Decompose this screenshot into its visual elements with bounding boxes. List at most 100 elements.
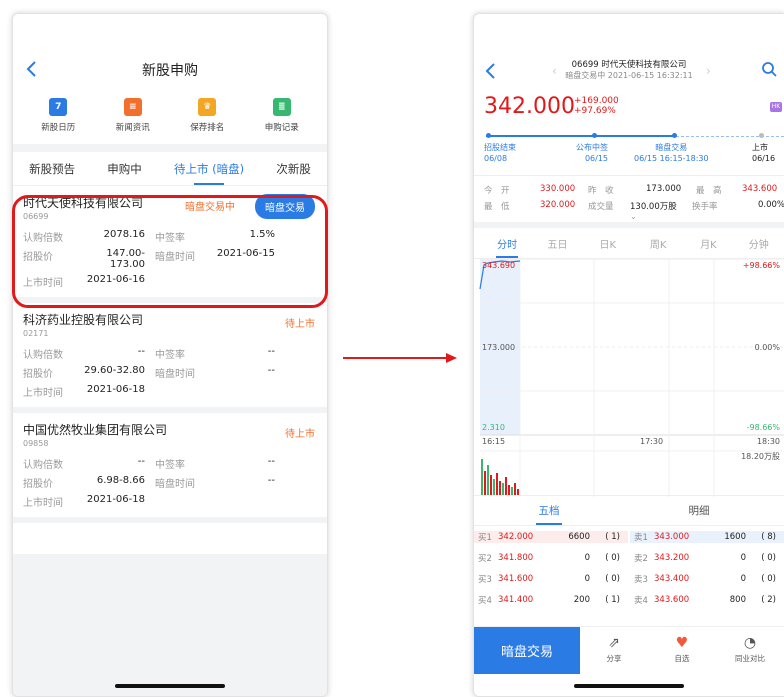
field-value: -- [267, 475, 275, 486]
status-badge: 待上市 [285, 319, 315, 330]
field-value: 2021-06-16 [86, 274, 145, 285]
next-stock-icon[interactable]: › [706, 64, 711, 78]
bid-count: ( 0) [605, 573, 620, 584]
stat-label: 最 低 [484, 202, 510, 212]
tab-trade-detail[interactable]: 明细 [624, 503, 774, 518]
shortcut-ipo-calendar[interactable]: 7 新股日历 [28, 98, 88, 136]
shortcut-subscription-record[interactable]: ≣ 申购记录 [252, 98, 312, 136]
step-label: 公布中签 [576, 143, 608, 152]
field-label: 中签率 [155, 460, 185, 471]
shortcut-news[interactable]: ≡ 新闻资讯 [103, 98, 163, 136]
bid-level: 买1 [478, 532, 492, 543]
step-date: 06/08 [484, 154, 508, 163]
stock-title: 06699 时代天使科技有限公司 [571, 60, 687, 70]
ask-count: ( 0) [761, 573, 776, 584]
grey-market-trade-button[interactable]: 暗盘交易 [255, 194, 315, 219]
stat-value: 330.000 [540, 184, 576, 194]
field-value: -- [137, 456, 145, 467]
field-label: 中签率 [155, 350, 185, 361]
y-axis-top: 343.690 [482, 261, 516, 270]
field-label: 上市时间 [23, 388, 63, 399]
ask-volume: 0 [740, 573, 746, 584]
tab-daily-k[interactable]: 日K [583, 236, 633, 251]
tab-subscribing[interactable]: 申购中 [105, 155, 144, 183]
bid-price: 341.800 [498, 552, 534, 563]
ipo-card[interactable]: 时代天使科技有限公司 06699 暗盘交易中 暗盘交易 认购倍数 2078.16… [13, 186, 327, 303]
tab-weekly-k[interactable]: 周K [633, 236, 683, 251]
left-phone-screen: 新股申购 7 新股日历 ≡ 新闻资讯 ♛ 保荐排名 ≣ 申购记录 新股预告 申购… [12, 13, 328, 697]
stock-code: 02171 [23, 329, 49, 338]
shortcut-label: 新股日历 [41, 123, 76, 133]
stock-subtitle: 暗盘交易中 2021-06-15 16:32:11 [565, 71, 693, 80]
field-label: 暗盘时间 [155, 479, 195, 490]
status-badge: 待上市 [285, 429, 315, 440]
ipo-card[interactable]: 中国优然牧业集团有限公司 09858 待上市 认购倍数 -- 中签率 -- 招股… [13, 413, 327, 523]
price-row: 342.000 +169.000 +97.69% HK [474, 92, 784, 126]
ipo-tabs: 新股预告 申购中 待上市 (暗盘) 次新股 [13, 152, 327, 186]
shortcut-bar: 7 新股日历 ≡ 新闻资讯 ♛ 保荐排名 ≣ 申购记录 [13, 88, 327, 144]
chart-canvas [479, 259, 784, 497]
status-bar [13, 14, 327, 52]
ask-volume: 800 [729, 594, 746, 605]
field-label: 认购倍数 [23, 460, 63, 471]
timeline-dot [592, 133, 597, 138]
search-icon[interactable] [760, 60, 778, 78]
field-label: 暗盘时间 [155, 369, 195, 380]
page-title: 新股申购 [142, 63, 198, 79]
order-book-row: 买3 341.600 0 ( 0) 卖3 343.400 0 ( 0) [474, 568, 784, 589]
bid-cell: 买3 341.600 0 ( 0) [474, 573, 628, 585]
back-icon[interactable] [21, 58, 43, 80]
chevron-down-icon[interactable]: ⌄ [630, 212, 637, 221]
tab-order-book[interactable]: 五档 [474, 503, 624, 525]
bottom-action-bar: 暗盘交易 ⇗ 分享 ♥ 自选 ◔ 同业对比 [474, 626, 784, 674]
tab-five-day[interactable]: 五日 [532, 236, 582, 251]
tab-minute[interactable]: 分钟 [734, 236, 784, 251]
tab-intraday[interactable]: 分时 [482, 236, 532, 258]
field-label: 招股价 [23, 369, 53, 380]
ask-level: 卖2 [634, 553, 648, 564]
tab-monthly-k[interactable]: 月K [683, 236, 733, 251]
card-details: 认购倍数 -- 中签率 -- 招股价 29.60-32.80 暗盘时间 -- 上… [23, 346, 317, 399]
grey-market-trade-button[interactable]: 暗盘交易 [474, 627, 580, 674]
ask-count: ( 8) [761, 531, 776, 542]
time-mid: 17:30 [640, 437, 664, 446]
shortcut-sponsor-ranking[interactable]: ♛ 保荐排名 [177, 98, 237, 136]
timeline-progress [486, 135, 676, 137]
share-button[interactable]: ⇗ 分享 [580, 627, 648, 674]
step-date: 06/15 [584, 154, 608, 163]
stat-label: 今 开 [484, 186, 510, 196]
trophy-icon: ♛ [198, 98, 217, 116]
stat-value: 320.000 [540, 200, 576, 210]
step-label: 暗盘交易 [655, 143, 688, 152]
ask-cell: 卖1 343.000 1600 ( 8) [630, 530, 784, 543]
home-indicator[interactable] [115, 684, 225, 688]
shortcut-label: 申购记录 [264, 123, 299, 133]
tab-new-listed[interactable]: 次新股 [274, 155, 313, 183]
ask-level: 卖3 [634, 574, 648, 585]
intraday-chart[interactable]: 343.690 173.000 2.310 +98.66% 0.00% -98.… [474, 258, 784, 497]
current-price: 342.000 [484, 94, 575, 119]
tab-pending-listing[interactable]: 待上市 (暗盘) [172, 155, 246, 185]
quote-stats: 今 开 330.000 昨 收 173.000 最 高 343.600 最 低 … [474, 176, 784, 228]
y-axis-bottom: 2.310 [482, 423, 505, 432]
field-label: 招股价 [23, 479, 53, 490]
step-label: 招股结束 [484, 143, 516, 152]
status-badge: 暗盘交易中 [185, 202, 235, 213]
peer-compare-button[interactable]: ◔ 同业对比 [716, 627, 784, 674]
shortcut-label: 保荐排名 [190, 123, 225, 133]
left-header: 新股申购 [13, 52, 327, 88]
volume-max: 18.20万股 [741, 452, 780, 461]
calendar-icon: 7 [49, 98, 68, 116]
field-value: 2021-06-18 [86, 494, 145, 505]
timeline-step: 公布中签 06/15 [576, 142, 608, 164]
favorite-button[interactable]: ♥ 自选 [648, 627, 716, 674]
ipo-card[interactable]: 科济药业控股有限公司 02171 待上市 认购倍数 -- 中签率 -- 招股价 … [13, 303, 327, 413]
field-value: -- [267, 365, 275, 376]
bid-count: ( 1) [605, 594, 620, 605]
bid-price: 341.400 [498, 594, 534, 605]
tab-upcoming[interactable]: 新股预告 [27, 155, 77, 183]
home-indicator[interactable] [574, 684, 684, 688]
shortcut-label: 新闻资讯 [115, 123, 150, 133]
bid-cell: 买1 342.000 6600 ( 1) [474, 530, 628, 543]
stat-label: 换手率 [692, 202, 718, 212]
